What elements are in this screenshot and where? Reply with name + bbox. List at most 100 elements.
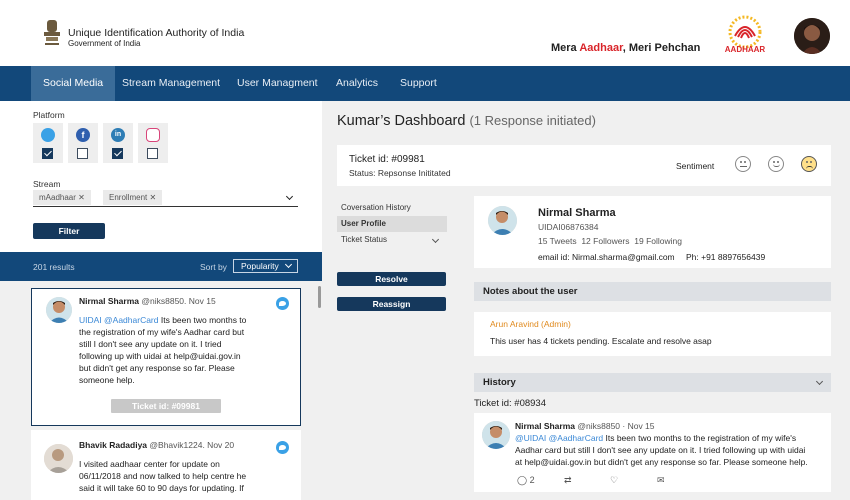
tweet-text-line: still I don't see any update on it. I tr… — [79, 339, 222, 349]
profile-tweets: 15 Tweets — [538, 236, 577, 246]
instagram-icon — [146, 128, 160, 142]
nav-stream-management[interactable]: Stream Management — [122, 66, 220, 101]
aadhaar-logo-text: AADHAAR — [725, 45, 766, 54]
slogan-suffix: , Meri Pehchan — [622, 42, 701, 54]
avatar-icon — [488, 206, 517, 235]
reassign-button[interactable]: Reassign — [337, 297, 446, 311]
tweet-author: Bhavik Radadiya @Bhavik1224. Nov 20 — [79, 440, 234, 450]
tweet-text-line: said it will take 60 to 90 days for upda… — [79, 483, 244, 493]
sort-select[interactable]: Popularity — [233, 259, 298, 273]
notes-header: Notes about the user — [474, 282, 831, 301]
tweet-meta: @niks8850 · Nov 15 — [577, 421, 655, 431]
app-header: Unique Identification Authority of India… — [0, 0, 850, 66]
instagram-checkbox[interactable] — [147, 148, 158, 159]
side-item-conversation-history[interactable]: Coversation History — [337, 200, 447, 216]
tweet-text-line: someone help. — [79, 375, 135, 385]
platform-facebook[interactable]: f — [68, 123, 98, 163]
reply-count: 2 — [529, 475, 535, 485]
platform-linkedin[interactable]: in — [103, 123, 133, 163]
platform-instagram[interactable] — [138, 123, 168, 163]
nav-support[interactable]: Support — [400, 66, 437, 101]
profile-phone: Ph: +91 8897656439 — [686, 252, 766, 262]
tweet-text-line: but didn't get any response so far. Plea… — [79, 363, 235, 373]
note-text: This user has 4 tickets pending. Escalat… — [490, 336, 712, 346]
twitter-icon — [276, 441, 289, 454]
tweet-author-name: Nirmal Sharma — [79, 296, 139, 306]
heart-icon[interactable]: ♡ — [610, 475, 618, 486]
filter-button[interactable]: Filter — [33, 223, 105, 239]
face-mouth — [773, 164, 780, 167]
aadhaar-logo-icon: AADHAAR — [725, 15, 766, 54]
linkedin-checkbox[interactable] — [112, 148, 123, 159]
comment-icon: ◯ — [517, 475, 528, 485]
user-avatar[interactable] — [794, 18, 830, 54]
sort-label: Sort by — [200, 262, 227, 272]
tweet-author-name: Bhavik Radadiya — [79, 440, 148, 450]
reply-action[interactable]: ◯ 2 — [517, 475, 535, 486]
twitter-icon — [276, 297, 289, 310]
ticket-status: Status: Repsonse Inititated — [349, 168, 451, 178]
results-count: 201 results — [33, 262, 75, 272]
main-nav: Social Media Stream Management User Mana… — [0, 66, 850, 101]
mail-icon[interactable]: ✉ — [657, 475, 665, 486]
nav-social-media[interactable]: Social Media — [31, 66, 116, 101]
avatar-icon — [482, 421, 510, 449]
tweet-text-line: I visited aadhaar center for update on — [79, 459, 220, 469]
tweet-text: UIDAI @AadharCard Its been two months to… — [79, 314, 279, 386]
ticket-id: Ticket id: #09981 — [349, 154, 425, 165]
org-name: Unique Identification Authority of India — [68, 27, 245, 39]
side-item-ticket-status[interactable]: Ticket Status — [337, 232, 447, 248]
nav-analytics[interactable]: Analytics — [336, 66, 378, 101]
sad-face-icon[interactable] — [801, 156, 817, 172]
feed-scrollbar[interactable] — [318, 286, 321, 308]
ticket-pill[interactable]: Ticket id: #09981 — [111, 399, 221, 413]
tweet-text-line: at help@uidai.gov.in but didn't get any … — [515, 457, 808, 467]
neutral-face-icon[interactable] — [735, 156, 751, 172]
tweet-meta: @niks8850. Nov 15 — [141, 296, 216, 306]
tweet-author-name: Nirmal Sharma — [515, 421, 575, 431]
stream-chip-label: Enrollment — [109, 193, 148, 202]
profile-email: email id: Nirmal.sharma@gmail.com — [538, 252, 675, 262]
dashboard-title: Kumar’s Dashboard — [337, 113, 466, 129]
avatar — [44, 444, 73, 473]
tweet-text-line: 06/11/2018 and now talked to help centre… — [79, 471, 247, 481]
facebook-icon: f — [76, 128, 90, 142]
face-mouth — [740, 166, 747, 169]
face-mouth — [806, 166, 813, 169]
stream-chip-maadhaar[interactable]: mAadhaar ✕ — [33, 190, 91, 205]
profile-uid: UIDAI06876384 — [538, 222, 599, 232]
twitter-checkbox[interactable] — [42, 148, 53, 159]
history-header[interactable]: History — [474, 373, 831, 392]
note-author: Arun Aravind (Admin) — [490, 319, 571, 329]
happy-face-icon[interactable] — [768, 156, 784, 172]
resolve-button[interactable]: Resolve — [337, 272, 446, 286]
tweet-meta: @Bhavik1224. Nov 20 — [149, 440, 235, 450]
tweet-text: I visited aadhaar center for update on 0… — [79, 458, 279, 494]
stream-chip-enrollment[interactable]: Enrollment ✕ — [103, 190, 163, 205]
stream-select-underline — [33, 206, 298, 207]
tweet-text-line: Its been two months to the registration … — [605, 433, 797, 443]
nav-user-management[interactable]: User Managment — [237, 66, 318, 101]
linkedin-icon: in — [111, 128, 125, 142]
ticket-summary — [337, 145, 831, 186]
tweet-mention[interactable]: @UIDAI @AadharCard — [515, 433, 603, 443]
retweet-icon[interactable]: ⇄ — [564, 475, 572, 486]
page-title: Kumar’s Dashboard (1 Response initiated) — [337, 113, 596, 129]
tweet-text: @UIDAI @AadharCard Its been two months t… — [515, 432, 825, 468]
national-emblem-icon — [44, 20, 60, 45]
platform-label: Platform — [33, 110, 65, 120]
tweet-mention[interactable]: UIDAI @AadharCard — [79, 315, 159, 325]
avatar-icon — [46, 297, 72, 323]
close-icon[interactable]: ✕ — [149, 193, 156, 202]
tweet-author: Nirmal Sharma @niks8850 · Nov 15 — [515, 421, 655, 431]
history-header-label: History — [483, 377, 516, 388]
facebook-checkbox[interactable] — [77, 148, 88, 159]
profile-stats: 15 Tweets 12 Followers 19 Following — [538, 236, 682, 246]
tweet-text-line: following up with uidai at help@uidai.go… — [79, 351, 241, 361]
chevron-down-icon — [284, 260, 293, 269]
close-icon[interactable]: ✕ — [78, 193, 85, 202]
side-item-user-profile[interactable]: User Profile — [337, 216, 447, 232]
platform-twitter[interactable] — [33, 123, 63, 163]
tweet-text-line: the registration of my wife's Aadhar car… — [79, 327, 245, 337]
slogan: Mera Aadhaar, Meri Pehchan — [551, 42, 700, 54]
